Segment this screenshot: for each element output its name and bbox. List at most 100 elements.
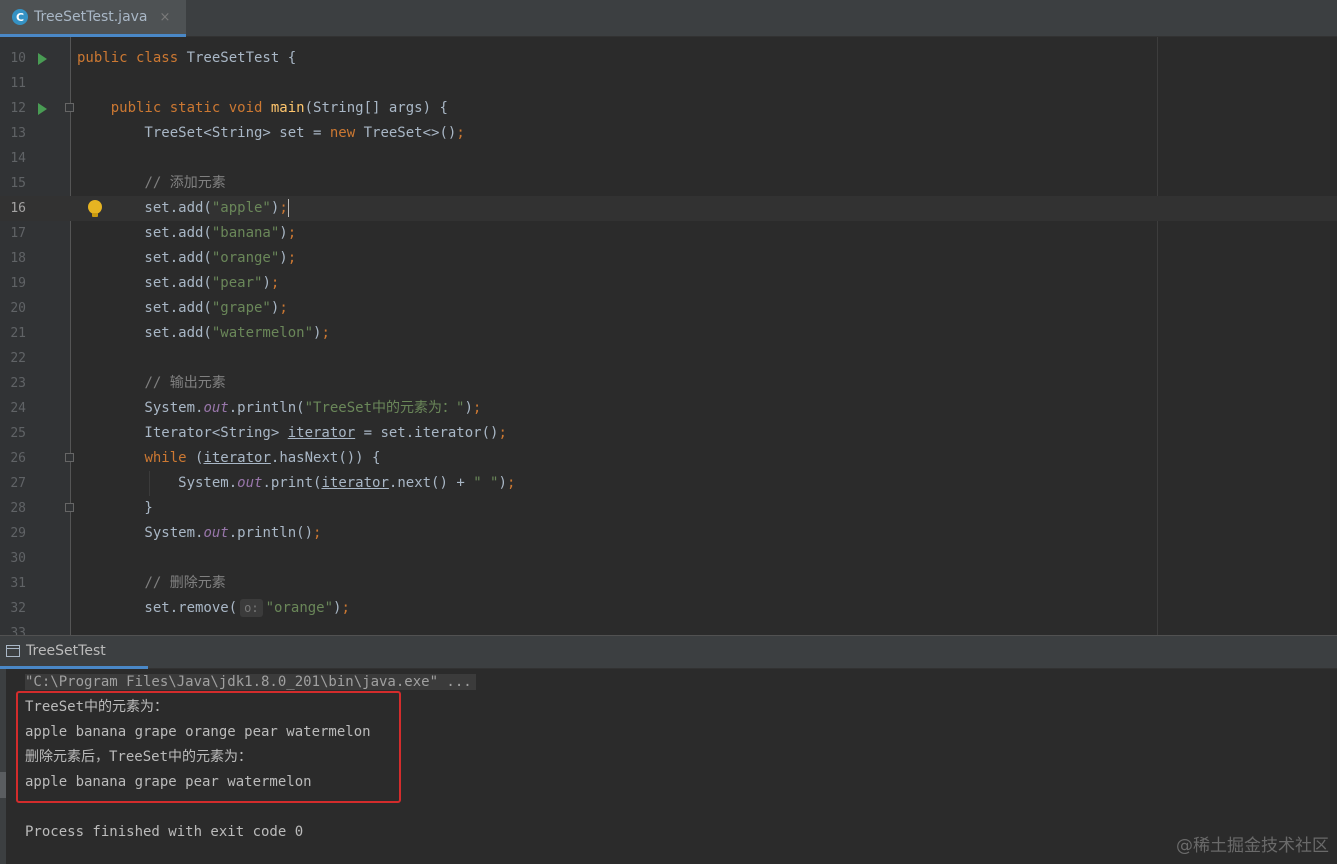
line-number: 14 xyxy=(10,151,26,166)
code-line[interactable]: 31 // 删除元素 xyxy=(0,571,1337,596)
code-text: // 删除元素 xyxy=(77,571,226,596)
line-number: 13 xyxy=(10,126,26,141)
code-line[interactable]: 12 public static void main(String[] args… xyxy=(0,96,1337,121)
code-token: .print( xyxy=(262,475,322,491)
code-token: TreeSet<>() xyxy=(363,125,457,141)
code-line[interactable]: 19 set.add("pear"); xyxy=(0,271,1337,296)
code-line[interactable]: 29 System.out.println(); xyxy=(0,521,1337,546)
code-line[interactable]: 21 set.add("watermelon"); xyxy=(0,321,1337,346)
line-number: 30 xyxy=(10,551,26,566)
line-number: 26 xyxy=(10,451,26,466)
code-token: "orange" xyxy=(265,600,334,616)
code-text: System.out.println("TreeSet中的元素为："); xyxy=(77,396,481,421)
run-tab-label: TreeSetTest xyxy=(26,643,106,659)
code-token: ; xyxy=(270,275,280,291)
code-token: public class xyxy=(77,50,187,66)
code-token: set.add( xyxy=(77,250,212,266)
code-line[interactable]: 16 set.add("apple"); xyxy=(0,196,1337,221)
code-token: ) xyxy=(279,250,288,266)
fold-icon[interactable] xyxy=(65,453,74,462)
run-icon[interactable] xyxy=(38,53,47,65)
code-line[interactable]: 10 public class TreeSetTest { xyxy=(0,46,1337,71)
code-line[interactable]: 20 set.add("grape"); xyxy=(0,296,1337,321)
line-number: 19 xyxy=(10,276,26,291)
code-token: System. xyxy=(77,475,238,491)
code-text: // 添加元素 xyxy=(77,171,226,196)
code-token: ) xyxy=(498,475,507,491)
tab-treesettest-java[interactable]: C TreeSetTest.java × xyxy=(0,0,186,37)
code-line[interactable]: 32 set.remove(o: "orange"); xyxy=(0,596,1337,621)
code-line[interactable]: 30 xyxy=(0,546,1337,571)
code-token: ; xyxy=(313,525,322,541)
code-text: set.add("pear"); xyxy=(77,271,279,296)
line-number: 25 xyxy=(10,426,26,441)
fold-icon[interactable] xyxy=(65,503,74,512)
code-text: // 输出元素 xyxy=(77,371,225,396)
code-token: set.add( xyxy=(77,325,212,341)
line-number: 23 xyxy=(10,376,26,391)
code-token: out xyxy=(203,400,229,416)
watermark: @稀土掘金技术社区 xyxy=(1176,836,1329,856)
code-line[interactable]: 11 xyxy=(0,71,1337,96)
code-line[interactable]: 15 // 添加元素 xyxy=(0,171,1337,196)
close-icon[interactable]: × xyxy=(160,10,171,25)
console-line-exit: Process finished with exit code 0 xyxy=(25,824,304,840)
code-token: ) xyxy=(262,275,271,291)
code-token: // 添加元素 xyxy=(144,175,226,191)
code-editor[interactable]: 10 public class TreeSetTest { 11 12 public … xyxy=(0,37,1337,635)
line-number: 22 xyxy=(10,351,26,366)
code-text: public static void main(String[] args) { xyxy=(77,96,448,121)
run-panel-header: TreeSetTest xyxy=(0,635,1337,669)
line-number: 16 xyxy=(10,201,26,216)
code-line[interactable]: 14 xyxy=(0,146,1337,171)
code-line[interactable]: 18 set.add("orange"); xyxy=(0,246,1337,271)
code-line[interactable]: 17 set.add("banana"); xyxy=(0,221,1337,246)
code-token: "watermelon" xyxy=(211,325,314,341)
code-text: } xyxy=(77,496,152,521)
code-line[interactable]: 13 TreeSet<String> set = new TreeSet<>()… xyxy=(0,121,1337,146)
code-token: ; xyxy=(287,225,297,241)
code-token: // 删除元素 xyxy=(144,575,226,591)
code-token: main xyxy=(270,100,305,116)
code-token: = set.iterator() xyxy=(355,425,499,441)
line-number: 24 xyxy=(10,401,26,416)
code-token: .println( xyxy=(228,400,305,416)
code-line[interactable]: 25 Iterator<String> iterator = set.itera… xyxy=(0,421,1337,446)
code-line[interactable]: 26 while (iterator.hasNext()) { xyxy=(0,446,1337,471)
code-line[interactable]: 22 xyxy=(0,346,1337,371)
line-number: 11 xyxy=(10,76,26,91)
run-icon[interactable] xyxy=(38,103,47,115)
console-output[interactable]: "C:\Program Files\Java\jdk1.8.0_201\bin\… xyxy=(0,669,1337,864)
code-text: TreeSet<String> set = new TreeSet<>(); xyxy=(77,121,464,146)
code-token: "grape" xyxy=(211,300,271,316)
line-number: 12 xyxy=(10,101,26,116)
code-line[interactable]: 28 } xyxy=(0,496,1337,521)
line-number: 20 xyxy=(10,301,26,316)
tab-run-treesettest[interactable]: TreeSetTest xyxy=(0,636,148,669)
line-number: 17 xyxy=(10,226,26,241)
code-token: System. xyxy=(77,525,204,541)
code-line[interactable]: 33 xyxy=(0,621,1337,635)
code-token: .next() + xyxy=(388,475,474,491)
line-number: 21 xyxy=(10,326,26,341)
code-line[interactable]: 23 // 输出元素 xyxy=(0,371,1337,396)
code-line[interactable]: 27 System.out.print(iterator.next() + " … xyxy=(0,471,1337,496)
editor-tab-bar: C TreeSetTest.java × xyxy=(0,0,1337,37)
console-gutter xyxy=(0,669,6,864)
code-text: System.out.print(iterator.next() + " "); xyxy=(77,471,515,496)
code-token: set.add( xyxy=(77,275,212,291)
code-token: (String[] args) { xyxy=(304,100,448,116)
console-command-text: "C:\Program Files\Java\jdk1.8.0_201\bin\… xyxy=(25,674,476,690)
code-token: ; xyxy=(472,400,482,416)
code-token: .hasNext()) { xyxy=(270,450,381,466)
code-token: ; xyxy=(279,200,288,216)
fold-icon[interactable] xyxy=(65,103,74,112)
code-token: public static void xyxy=(110,100,271,116)
code-line[interactable]: 24 System.out.println("TreeSet中的元素为："); xyxy=(0,396,1337,421)
code-token: "banana" xyxy=(211,225,280,241)
code-token: ; xyxy=(287,250,297,266)
code-token: "pear" xyxy=(211,275,263,291)
line-number: 32 xyxy=(10,601,26,616)
